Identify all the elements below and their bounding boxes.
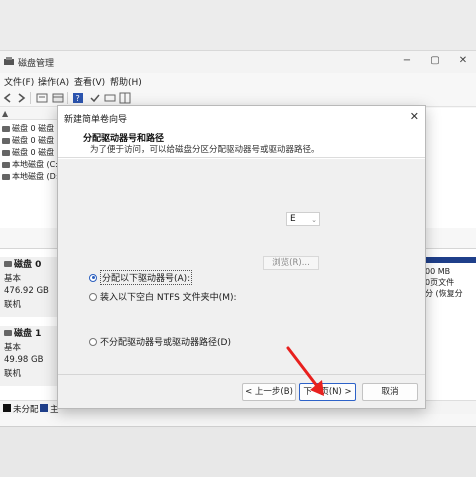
menu-bar: 文件(F) 操作(A) 查看(V) 帮助(H) xyxy=(0,73,476,89)
minimize-icon[interactable]: − xyxy=(400,55,414,67)
disk-type: 基本 xyxy=(4,274,22,284)
disk-0-partition[interactable]: 00 MB 0页文件 分 (恢复分 xyxy=(422,257,476,299)
radio-button[interactable] xyxy=(89,337,97,346)
help-icon[interactable]: ? xyxy=(72,92,84,104)
back-arrow-icon[interactable] xyxy=(2,92,14,104)
disk-management-icon xyxy=(4,57,14,65)
option-label: 分配以下驱动器号(A): xyxy=(100,270,193,285)
menu-help[interactable]: 帮助(H) xyxy=(110,75,142,88)
backdrop-bottom xyxy=(0,427,476,477)
volume-label: 磁盘 0 磁盘 xyxy=(12,136,55,145)
title-bar: 磁盘管理 − ▢ ✕ xyxy=(0,51,476,73)
volume-icon xyxy=(2,149,10,156)
radio-button[interactable] xyxy=(89,292,97,301)
close-icon[interactable]: ✕ xyxy=(456,55,470,67)
disk-size: 476.92 GB xyxy=(4,286,49,296)
disk-0-info[interactable]: 磁盘 0 基本 476.92 GB 联机 xyxy=(0,257,58,317)
wizard-header: 分配驱动器号和路径 为了便于访问，可以给磁盘分区分配驱动器号或驱动器路径。 xyxy=(58,128,425,158)
toolbar-separator xyxy=(67,92,68,104)
volume-label: 本地磁盘 (C:) xyxy=(12,160,62,169)
menu-view[interactable]: 查看(V) xyxy=(74,75,105,88)
option-label: 不分配驱动器号或驱动器路径(D) xyxy=(100,338,231,348)
volume-row[interactable]: 磁盘 0 磁盘 xyxy=(2,135,54,146)
svg-text:?: ? xyxy=(76,94,80,103)
drive-letter-value: E xyxy=(290,214,296,224)
volume-column-header[interactable]: ▲ xyxy=(0,108,60,120)
volume-icon xyxy=(2,161,10,168)
disk-type: 基本 xyxy=(4,343,22,353)
disk-1-info[interactable]: 磁盘 1 基本 49.98 GB 联机 xyxy=(0,326,58,386)
volume-row[interactable]: 本地磁盘 (C:) xyxy=(2,159,61,170)
volume-label: 磁盘 0 磁盘 xyxy=(12,148,55,157)
disk-icon xyxy=(4,260,12,267)
sort-up-icon: ▲ xyxy=(2,109,9,118)
cancel-button[interactable]: 取消 xyxy=(362,383,418,401)
menu-action[interactable]: 操作(A) xyxy=(38,75,69,88)
browse-button[interactable]: 浏览(R)... xyxy=(263,256,319,270)
mount-folder-option[interactable]: 装入以下空白 NTFS 文件夹中(M): xyxy=(89,290,237,303)
assign-drive-letter-option[interactable]: 分配以下驱动器号(A): xyxy=(89,270,193,285)
volume-icon xyxy=(2,137,10,144)
chevron-down-icon: ⌄ xyxy=(311,216,317,224)
red-arrow-annotation xyxy=(286,346,324,396)
volume-label: 磁盘 0 磁盘 xyxy=(12,124,55,133)
partition-text: 0页文件 xyxy=(425,278,455,287)
disk-name: 磁盘 1 xyxy=(14,329,42,339)
properties-icon[interactable] xyxy=(36,92,48,104)
check-icon[interactable] xyxy=(89,92,101,104)
wizard-subheading: 为了便于访问，可以给磁盘分区分配驱动器号或驱动器路径。 xyxy=(90,145,320,155)
legend-label: 未分配 xyxy=(13,405,39,415)
volume-icon xyxy=(2,125,10,132)
new-simple-volume-wizard: 新建简单卷向导 ✕ 分配驱动器号和路径 为了便于访问，可以给磁盘分区分配驱动器号… xyxy=(57,105,426,409)
backdrop-top xyxy=(0,0,476,50)
volume-row[interactable]: 磁盘 0 磁盘 xyxy=(2,147,54,158)
list-view-icon[interactable] xyxy=(52,92,64,104)
radio-button-checked[interactable] xyxy=(89,273,97,282)
wizard-title: 新建简单卷向导 xyxy=(64,115,128,125)
wizard-footer: < 上一步(B) 下一页(N) > 取消 xyxy=(58,374,425,408)
disk-status: 联机 xyxy=(4,369,22,379)
wizard-body: 分配以下驱动器号(A): 装入以下空白 NTFS 文件夹中(M): 不分配驱动器… xyxy=(58,159,425,374)
window-title: 磁盘管理 xyxy=(18,59,55,69)
no-drive-letter-option[interactable]: 不分配驱动器号或驱动器路径(D) xyxy=(89,335,231,348)
volume-label: 本地磁盘 (D:) xyxy=(12,172,62,181)
volume-row[interactable]: 磁盘 0 磁盘 xyxy=(2,123,54,134)
forward-arrow-icon[interactable] xyxy=(15,92,27,104)
menu-file[interactable]: 文件(F) xyxy=(4,75,34,88)
option-label: 装入以下空白 NTFS 文件夹中(M): xyxy=(100,293,237,303)
toolbar-separator xyxy=(30,92,31,104)
volume-icon xyxy=(2,173,10,180)
partition-text: 分 (恢复分 xyxy=(425,289,463,298)
legend-swatch-unallocated xyxy=(3,404,11,412)
disk-icon xyxy=(4,329,12,336)
wizard-title-bar: 新建简单卷向导 ✕ xyxy=(58,106,425,128)
disk-status: 联机 xyxy=(4,300,22,310)
maximize-icon[interactable]: ▢ xyxy=(428,55,442,67)
partition-bar xyxy=(422,257,476,263)
grid-view-icon[interactable] xyxy=(119,92,131,104)
drive-letter-select[interactable]: E ⌄ xyxy=(286,212,320,226)
partition-text: 00 MB xyxy=(425,267,451,276)
volume-row[interactable]: 本地磁盘 (D:) xyxy=(2,171,62,182)
disk-icon[interactable] xyxy=(104,92,116,104)
disk-name: 磁盘 0 xyxy=(14,260,42,270)
disk-size: 49.98 GB xyxy=(4,355,44,365)
close-icon[interactable]: ✕ xyxy=(410,110,419,123)
legend-swatch-primary xyxy=(40,404,48,412)
